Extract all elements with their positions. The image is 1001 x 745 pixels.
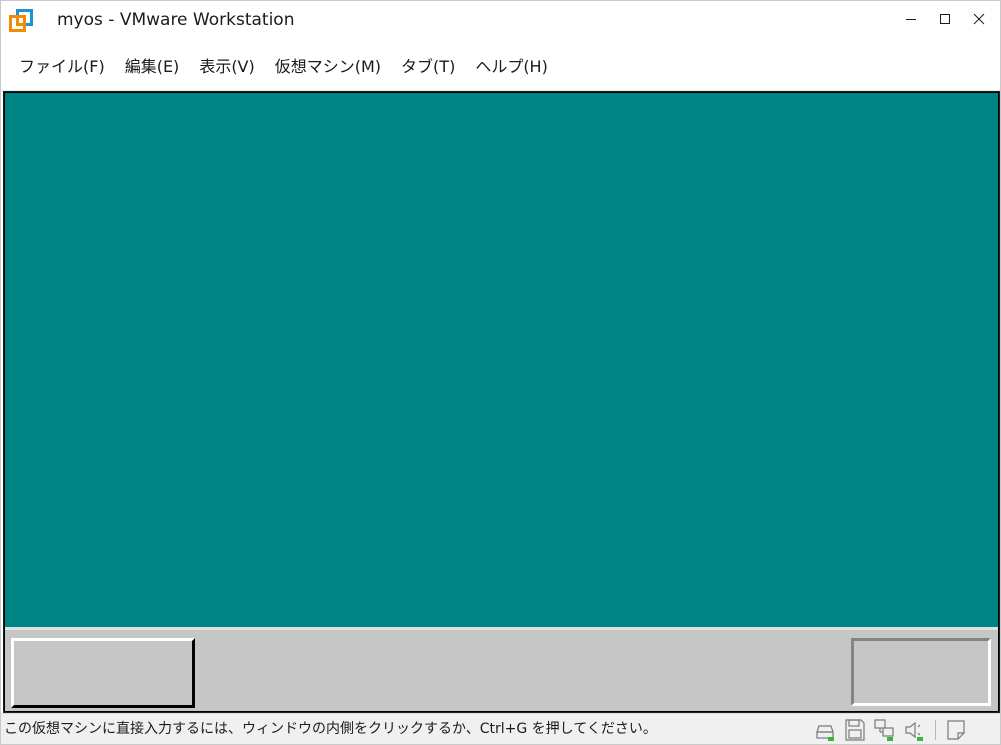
guest-tray-area[interactable]: [851, 638, 991, 706]
network-icon[interactable]: [873, 718, 897, 742]
status-separator: [935, 720, 936, 740]
guest-desktop[interactable]: [5, 93, 998, 627]
menu-tabs[interactable]: タブ(T): [391, 49, 465, 81]
menu-file[interactable]: ファイル(F): [9, 49, 115, 81]
minimize-icon: [906, 19, 916, 20]
status-bar: この仮想マシンに直接入力するには、ウィンドウの内側をクリックするか、Ctrl+G…: [1, 713, 1000, 744]
guest-start-button[interactable]: [11, 638, 195, 708]
device-status-icons: [813, 717, 968, 743]
menu-bar: ファイル(F) 編集(E) 表示(V) 仮想マシン(M) タブ(T) ヘルプ(H…: [1, 39, 1000, 91]
guest-taskbar[interactable]: [5, 627, 998, 711]
vmware-window: myos - VMware Workstation ファイル(F) 編集(E) …: [0, 0, 1001, 745]
vmware-logo-icon: [9, 9, 33, 32]
maximize-icon: [940, 14, 950, 24]
sound-icon[interactable]: [903, 718, 927, 742]
status-message: この仮想マシンに直接入力するには、ウィンドウの内側をクリックするか、Ctrl+G…: [4, 721, 657, 737]
title-bar[interactable]: myos - VMware Workstation: [1, 1, 1000, 39]
menu-help[interactable]: ヘルプ(H): [465, 49, 558, 81]
close-button[interactable]: [961, 1, 997, 37]
vm-display[interactable]: [3, 91, 1000, 713]
maximize-button[interactable]: [927, 1, 963, 37]
window-title: myos - VMware Workstation: [57, 10, 295, 30]
menu-vm[interactable]: 仮想マシン(M): [265, 49, 391, 81]
floppy-icon[interactable]: [843, 718, 867, 742]
hard-disk-icon[interactable]: [813, 718, 837, 742]
menu-edit[interactable]: 編集(E): [115, 49, 190, 81]
message-icon[interactable]: [944, 718, 968, 742]
close-icon: [973, 13, 985, 25]
minimize-button[interactable]: [893, 1, 929, 37]
menu-view[interactable]: 表示(V): [189, 49, 264, 81]
